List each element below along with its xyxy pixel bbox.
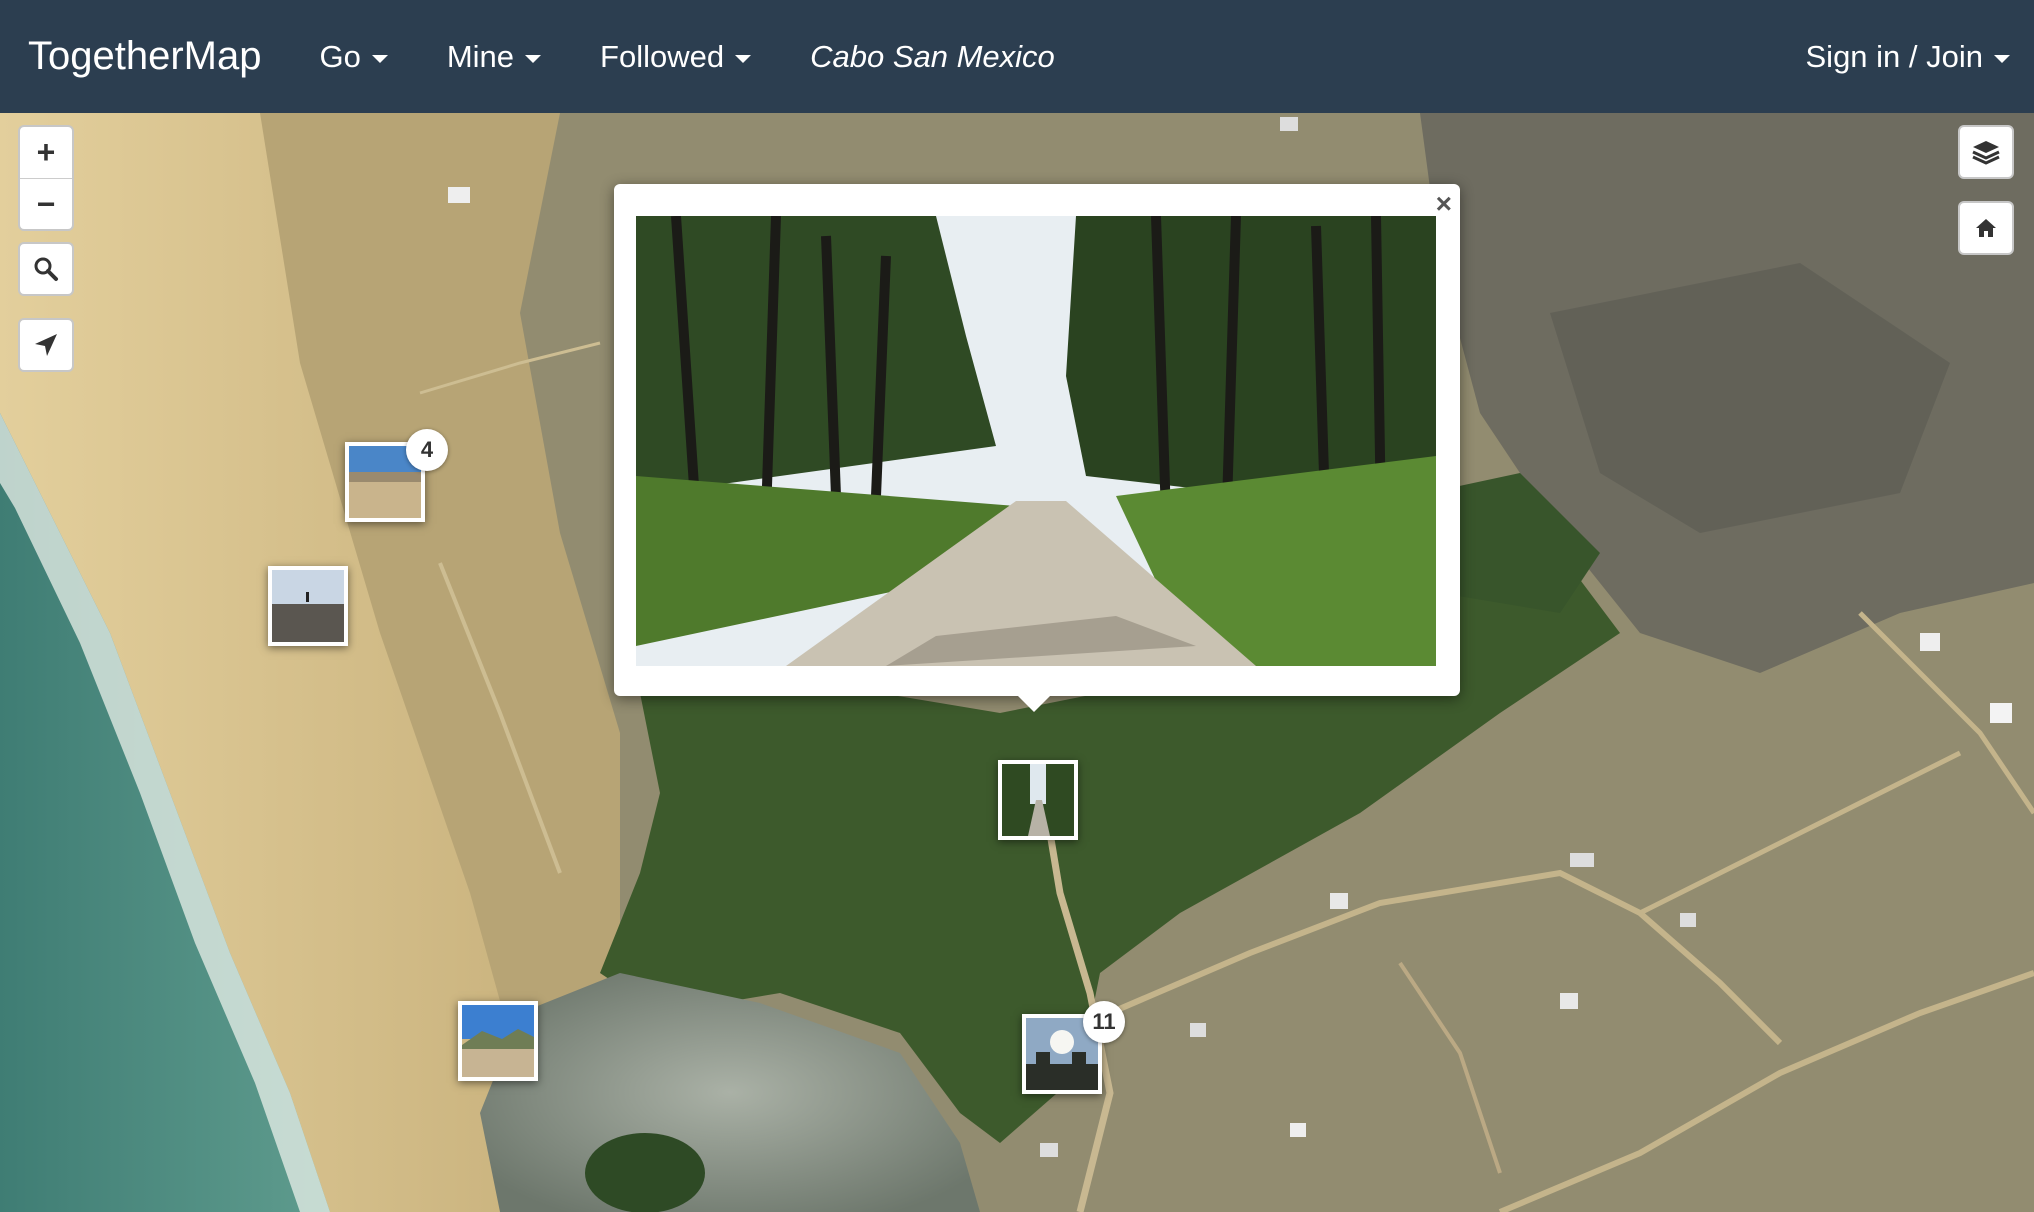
zoom-control: + −: [18, 125, 74, 231]
photo-popup: ×: [614, 184, 1460, 696]
zoom-out-button[interactable]: −: [20, 178, 72, 229]
locate-button[interactable]: [18, 318, 74, 372]
home-icon: [1976, 219, 1996, 237]
nav-mine-menu[interactable]: Mine: [446, 38, 542, 75]
palm-path-photo: [636, 216, 1436, 666]
zoom-in-button[interactable]: +: [20, 127, 72, 178]
top-navbar: TogetherMap Go Mine Followed Cabo San Me…: [0, 0, 2034, 113]
account-menu[interactable]: Sign in / Join: [1805, 0, 2010, 113]
photo-thumbnail: [462, 1005, 534, 1077]
caret-down-icon: [735, 54, 752, 63]
map-title[interactable]: Cabo San Mexico: [810, 39, 1055, 75]
photo-marker-palm-path[interactable]: [998, 760, 1078, 840]
photo-thumbnail: [1002, 764, 1074, 836]
close-icon[interactable]: ×: [1436, 188, 1452, 220]
search-button[interactable]: [18, 242, 74, 296]
caret-down-icon: [525, 54, 542, 63]
location-arrow-icon: [35, 334, 57, 356]
photo-thumbnail: [272, 570, 344, 642]
caret-down-icon: [1994, 54, 2010, 63]
layers-icon: [1972, 141, 2000, 165]
caret-down-icon: [371, 54, 388, 63]
cluster-count-badge: 4: [406, 429, 448, 471]
nav-followed-menu[interactable]: Followed: [600, 38, 752, 75]
popup-pointer: [1016, 694, 1052, 712]
popup-photo[interactable]: [636, 216, 1436, 666]
nav-followed-label: Followed: [600, 38, 725, 74]
search-icon: [34, 257, 58, 281]
photo-marker-beach-walk[interactable]: [268, 566, 348, 646]
brand-logo[interactable]: TogetherMap: [28, 34, 261, 79]
nav-mine-label: Mine: [446, 38, 515, 74]
home-button[interactable]: [1958, 201, 2014, 255]
satellite-map[interactable]: + − 4 11 ×: [0, 113, 2034, 1212]
layers-button[interactable]: [1958, 125, 2014, 179]
cluster-count-badge: 11: [1083, 1001, 1125, 1043]
nav-go-menu[interactable]: Go: [319, 38, 388, 75]
nav-go-label: Go: [319, 38, 361, 74]
account-label: Sign in / Join: [1805, 38, 1984, 74]
photo-marker-beach-hills[interactable]: [458, 1001, 538, 1081]
